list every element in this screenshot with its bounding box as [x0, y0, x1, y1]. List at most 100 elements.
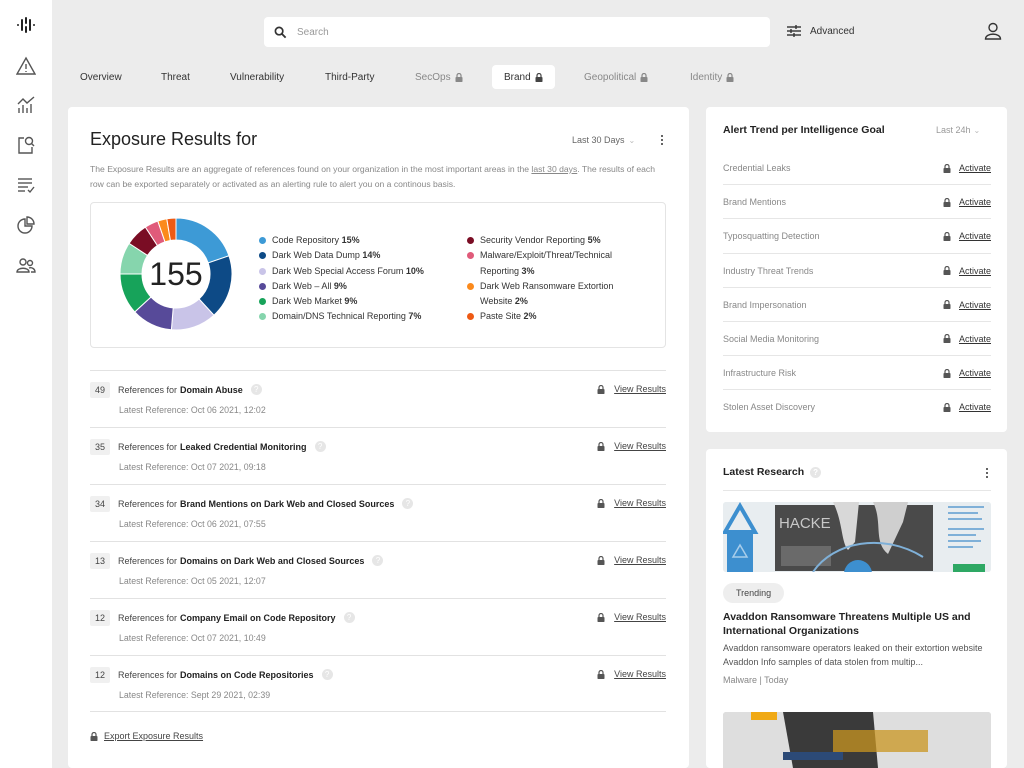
last-30-days-link[interactable]: last 30 days	[531, 164, 577, 174]
help-icon[interactable]: ?	[372, 555, 384, 566]
tab-label: Threat	[161, 71, 190, 83]
exposure-row: 34 References for Brand Mentions on Dark …	[90, 484, 666, 541]
article-image[interactable]: HACKE	[723, 502, 991, 572]
tab-vulnerability[interactable]: Vulnerability	[218, 65, 296, 89]
alert-item: Industry Threat Trends Activate	[723, 254, 991, 288]
users-icon[interactable]	[14, 253, 38, 277]
more-options-icon[interactable]	[657, 133, 667, 147]
latest-reference: Latest Reference: Oct 05 2021, 12:07	[119, 576, 266, 586]
help-icon[interactable]: ?	[402, 498, 414, 509]
total-count: 155	[149, 255, 203, 292]
date-range-select[interactable]: Last 30 Days ⌄	[572, 135, 635, 145]
activate-link[interactable]: Activate	[943, 163, 991, 173]
article-title[interactable]: Avaddon Ransomware Threatens Multiple US…	[723, 610, 991, 638]
advanced-search-button[interactable]: Advanced	[786, 24, 854, 38]
exposure-row: 49 References for Domain Abuse? Latest Re…	[90, 370, 666, 427]
article-description: Avaddon ransomware operators leaked on t…	[723, 643, 983, 667]
view-results-link[interactable]: View Results	[597, 441, 666, 451]
lock-icon	[597, 612, 605, 622]
checklist-icon[interactable]	[14, 173, 38, 197]
legend-item: Paste Site 2%	[467, 309, 647, 324]
user-profile-icon[interactable]	[984, 22, 1002, 40]
tab-overview[interactable]: Overview	[68, 65, 134, 89]
search-icon	[274, 26, 287, 38]
lock-icon	[726, 72, 734, 82]
legend-item: Dark Web Market 9%	[259, 294, 424, 309]
svg-text:HACKE: HACKE	[779, 515, 831, 532]
alert-range-select[interactable]: Last 24h ⌄	[936, 125, 980, 135]
legend-item: Malware/Exploit/Threat/Technical Reporti…	[467, 248, 647, 279]
logo-icon[interactable]	[14, 13, 38, 37]
view-results-link[interactable]: View Results	[597, 612, 666, 622]
export-exposure-results-link[interactable]: Export Exposure Results	[90, 731, 203, 741]
latest-reference: Latest Reference: Oct 06 2021, 12:02	[119, 405, 266, 415]
alert-name: Typosquatting Detection	[723, 231, 820, 242]
activate-link[interactable]: Activate	[943, 402, 991, 412]
lock-icon	[597, 555, 605, 565]
view-results-link[interactable]: View Results	[597, 384, 666, 394]
activate-link[interactable]: Activate	[943, 368, 991, 378]
activate-link[interactable]: Activate	[943, 197, 991, 207]
exposure-row: 13 References for Domains on Dark Web and…	[90, 541, 666, 598]
tab-geopolitical[interactable]: Geopolitical	[572, 65, 660, 89]
exposure-row: 12 References for Domains on Code Reposit…	[90, 655, 666, 712]
divider	[723, 490, 991, 491]
row-title: References for Leaked Credential Monitori…	[118, 441, 326, 452]
more-options-icon[interactable]	[982, 466, 992, 480]
tab-third-party[interactable]: Third-Party	[313, 65, 386, 89]
help-icon[interactable]: ?	[810, 466, 822, 478]
alert-name: Social Media Monitoring	[723, 333, 820, 344]
row-title: References for Domains on Dark Web and Cl…	[118, 555, 384, 566]
tab-identity[interactable]: Identity	[678, 65, 746, 89]
legend-item: Dark Web Special Access Forum 10%	[259, 264, 424, 279]
latest-research-title: Latest Research?	[723, 466, 822, 478]
tab-secops[interactable]: SecOps	[403, 65, 475, 89]
help-icon[interactable]: ?	[314, 441, 326, 452]
search-document-icon[interactable]	[14, 133, 38, 157]
lock-icon	[943, 266, 951, 276]
legend-item: Dark Web – All 9%	[259, 279, 424, 294]
lock-icon	[597, 669, 605, 679]
alert-name: Brand Impersonation	[723, 299, 807, 310]
help-icon[interactable]: ?	[250, 384, 262, 395]
activate-link[interactable]: Activate	[943, 266, 991, 276]
alert-name: Industry Threat Trends	[723, 265, 814, 276]
tab-threat[interactable]: Threat	[149, 65, 202, 89]
reference-count: 34	[90, 496, 111, 512]
trending-tag[interactable]: Trending	[723, 583, 785, 603]
alert-item: Typosquatting Detection Activate	[723, 219, 991, 254]
tab-brand[interactable]: Brand	[492, 65, 555, 89]
pie-chart-icon[interactable]	[14, 213, 38, 237]
exposure-row: 12 References for Company Email on Code R…	[90, 598, 666, 655]
exposure-chart: 155 Code Repository 15% Dark Web Data Dum…	[90, 202, 666, 348]
chevron-down-icon: ⌄	[628, 136, 636, 145]
article-image-2[interactable]	[723, 712, 991, 768]
legend-item: Dark Web Data Dump 14%	[259, 248, 424, 263]
view-results-link[interactable]: View Results	[597, 669, 666, 679]
legend-item: Dark Web Ransomware Extortion Website 2%	[467, 279, 647, 310]
page-title: Exposure Results for	[90, 129, 258, 149]
view-results-link[interactable]: View Results	[597, 498, 666, 508]
activate-link[interactable]: Activate	[943, 300, 991, 310]
help-icon[interactable]: ?	[321, 669, 333, 680]
legend-swatch	[259, 252, 266, 260]
search-input[interactable]	[297, 26, 737, 38]
tab-label: SecOps	[415, 71, 451, 83]
alert-name: Brand Mentions	[723, 197, 787, 208]
row-title: References for Domains on Code Repositori…	[118, 669, 333, 680]
view-results-link[interactable]: View Results	[597, 555, 666, 565]
lock-icon	[943, 334, 951, 344]
alert-item: Brand Impersonation Activate	[723, 288, 991, 322]
chart-icon[interactable]	[14, 93, 38, 117]
legend-left: Code Repository 15% Dark Web Data Dump 14…	[259, 233, 424, 325]
legend-item: Code Repository 15%	[259, 233, 424, 248]
help-icon[interactable]: ?	[343, 612, 355, 623]
legend-swatch	[467, 252, 474, 260]
alert-name: Infrastructure Risk	[723, 368, 797, 379]
legend-swatch	[467, 282, 474, 290]
activate-link[interactable]: Activate	[943, 231, 991, 241]
alert-item: Infrastructure Risk Activate	[723, 356, 991, 391]
warning-triangle-icon[interactable]	[14, 54, 38, 78]
search-bar[interactable]	[264, 17, 770, 47]
activate-link[interactable]: Activate	[943, 334, 991, 344]
